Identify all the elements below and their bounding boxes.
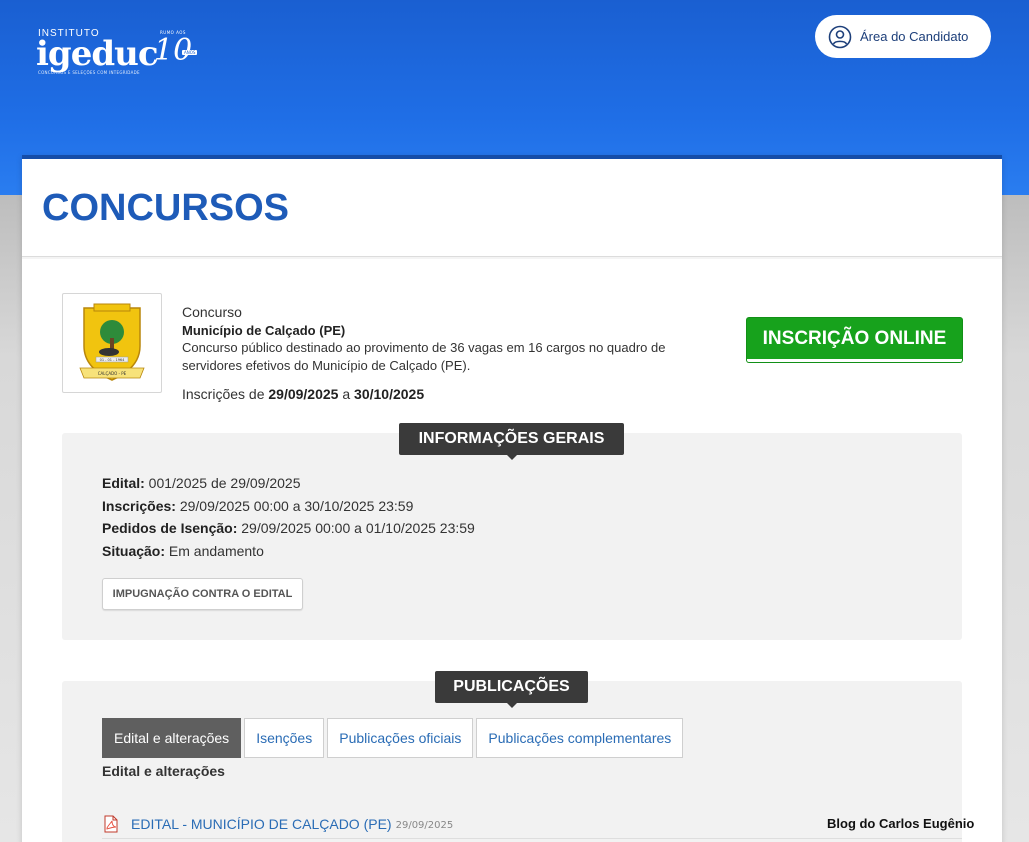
detail-label: Inscrições: xyxy=(102,497,176,514)
detail-row-isencao: Pedidos de Isenção: 29/09/2025 00:00 a 0… xyxy=(102,517,475,540)
igeduc-logo[interactable]: INSTITUTO igeduc CONCURSOS E SELEÇÕES CO… xyxy=(36,28,201,78)
general-info-details: Edital: 001/2025 de 29/09/2025 Inscriçõe… xyxy=(102,472,475,563)
detail-value: Em andamento xyxy=(168,543,264,560)
contest-description: Concurso público destinado ao provimento… xyxy=(182,340,666,373)
contest-info: Concurso Município de Calçado (PE) Concu… xyxy=(182,304,702,402)
logo-tagline: CONCURSOS E SELEÇÕES COM INTEGRIDADE xyxy=(38,70,140,75)
contest-name: Município de Calçado (PE) xyxy=(182,323,346,338)
publication-link[interactable]: EDITAL - MUNICÍPIO DE CALÇADO (PE) xyxy=(131,816,392,832)
watermark-text: Blog do Carlos Eugênio xyxy=(827,816,975,831)
logo-wordmark: igeduc xyxy=(36,34,159,74)
page-title: CONCURSOS xyxy=(42,187,290,229)
pdf-icon xyxy=(104,815,118,832)
dates-prefix: Inscrições de xyxy=(182,386,265,402)
contest-dates: Inscrições de 29/09/2025 a 30/10/2025 xyxy=(182,386,702,402)
general-info-tag: INFORMAÇÕES GERAIS xyxy=(399,423,624,460)
crest-date-text: 01 - 01 - 1964 xyxy=(100,358,126,362)
detail-value: 29/09/2025 00:00 a 30/10/2025 23:59 xyxy=(179,497,414,514)
contest-type: Concurso xyxy=(182,304,242,320)
logo-badge-anos: ANOS xyxy=(182,50,198,55)
tab-publicacoes-complementares[interactable]: Publicações complementares xyxy=(476,718,684,758)
date-end: 30/10/2025 xyxy=(354,386,425,402)
dates-joiner: a xyxy=(342,386,351,402)
detail-label: Situação: xyxy=(102,543,166,560)
date-start: 29/09/2025 xyxy=(268,386,339,402)
publications-tabs: Edital e alterações Isenções Publicações… xyxy=(102,718,686,758)
content-panel: CONCURSOS 01 - 01 - 1964 CALÇADO - PE Co… xyxy=(22,155,1002,842)
impugnacao-button[interactable]: IMPUGNAÇÃO CONTRA O EDITAL xyxy=(102,578,303,610)
tab-edital-alteracoes[interactable]: Edital e alterações xyxy=(102,718,242,758)
active-tab-heading: Edital e alterações xyxy=(102,763,225,779)
candidate-area-button[interactable]: Área do Candidato xyxy=(815,15,991,58)
publication-date: 29/09/2025 xyxy=(395,819,454,831)
detail-value: 001/2025 de 29/09/2025 xyxy=(148,475,301,491)
detail-label: Edital: xyxy=(102,475,145,491)
publications-tag: PUBLICAÇÕES xyxy=(435,671,588,708)
municipality-crest: 01 - 01 - 1964 CALÇADO - PE xyxy=(62,293,162,393)
detail-value: 29/09/2025 00:00 a 01/10/2025 23:59 xyxy=(241,520,475,537)
detail-row-edital: Edital: 001/2025 de 29/09/2025 xyxy=(102,472,475,495)
tab-isencoes[interactable]: Isenções xyxy=(244,718,325,758)
detail-row-inscricoes: Inscrições: 29/09/2025 00:00 a 30/10/202… xyxy=(102,495,475,518)
calcado-crest-icon: 01 - 01 - 1964 CALÇADO - PE xyxy=(79,303,145,381)
candidate-area-label: Área do Candidato xyxy=(860,29,969,44)
tab-publicacoes-oficiais[interactable]: Publicações oficiais xyxy=(327,718,474,758)
detail-label: Pedidos de Isenção: xyxy=(102,520,238,537)
title-divider xyxy=(22,256,1002,259)
online-registration-button[interactable]: INSCRIÇÃO ONLINE xyxy=(747,318,962,362)
detail-row-situacao: Situação: Em andamento xyxy=(102,540,475,563)
user-circle-icon xyxy=(828,25,852,48)
crest-ribbon-text: CALÇADO - PE xyxy=(98,371,127,376)
